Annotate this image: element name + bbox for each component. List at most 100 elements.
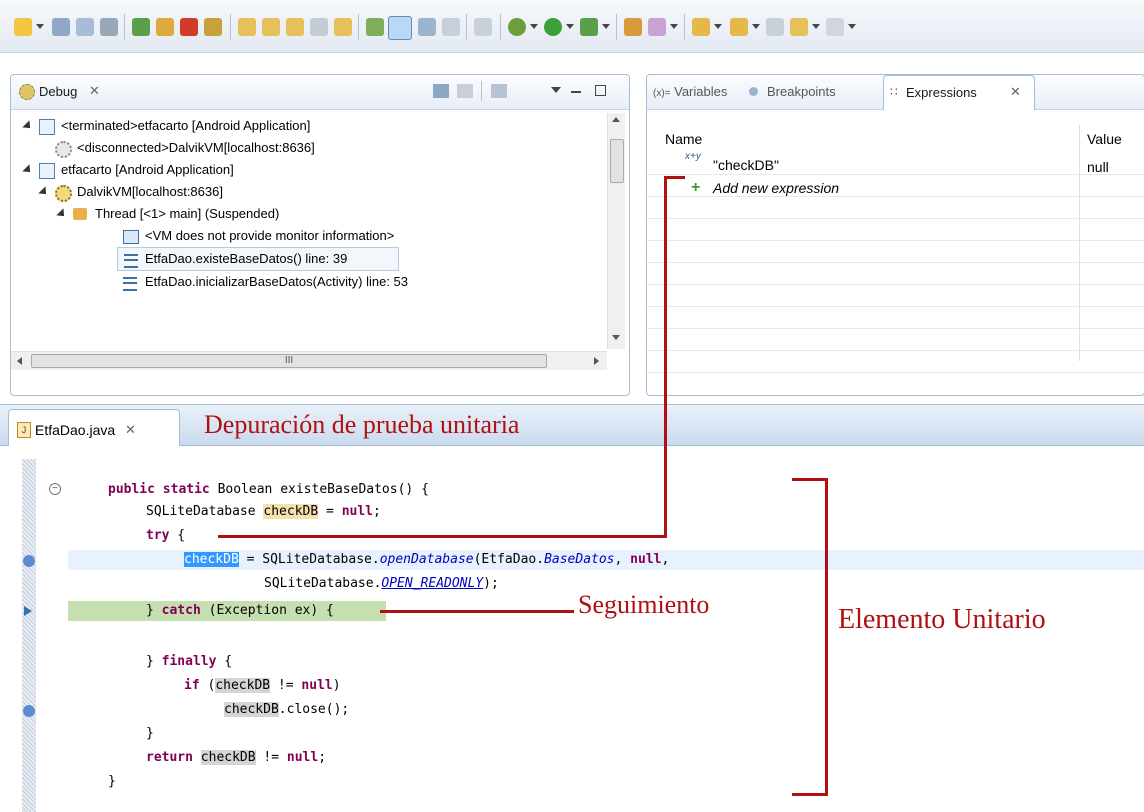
tab-breakpoints[interactable]: Breakpoints xyxy=(749,84,836,99)
forward-icon[interactable] xyxy=(826,18,844,36)
expand-twistie-icon[interactable] xyxy=(38,186,50,198)
close-icon[interactable]: ✕ xyxy=(89,83,100,99)
tree-item-label: DalvikVM[localhost:8636] xyxy=(77,184,223,199)
expand-twistie-icon[interactable] xyxy=(56,208,68,220)
suspend-icon[interactable] xyxy=(156,18,174,36)
expand-twistie-icon[interactable] xyxy=(22,120,34,132)
editor-tab[interactable]: J EtfaDao.java ✕ xyxy=(8,409,180,446)
back-dropdown-caret[interactable] xyxy=(812,24,820,29)
run-tool-icon[interactable] xyxy=(580,18,598,36)
search-icon[interactable] xyxy=(648,18,666,36)
java-file-icon: J xyxy=(17,422,31,438)
code-line-4[interactable]: checkDB = SQLiteDatabase.openDatabase(Et… xyxy=(184,551,669,569)
next-annotation-icon[interactable] xyxy=(692,18,710,36)
search-dropdown-caret[interactable] xyxy=(670,24,678,29)
new-icon[interactable] xyxy=(14,18,32,36)
forward-dropdown-caret[interactable] xyxy=(848,24,856,29)
code-line-6[interactable]: } catch (Exception ex) { xyxy=(146,602,334,620)
code-token: openDatabase xyxy=(379,552,474,567)
debug-tab-label[interactable]: Debug xyxy=(39,84,77,99)
code-token: BaseDatos xyxy=(544,552,615,567)
open-type-icon[interactable] xyxy=(624,18,642,36)
collapse-icon[interactable]: − xyxy=(49,483,61,495)
code-token: checkDB xyxy=(215,678,271,693)
remove-terminated-icon[interactable] xyxy=(433,84,449,98)
tree-item-stack-frame[interactable]: EtfaDao.inicializarBaseDatos(Activity) l… xyxy=(11,271,609,293)
code-line-7[interactable]: } finally { xyxy=(146,653,232,671)
next-annotation-caret[interactable] xyxy=(714,24,722,29)
run-tool-dropdown-caret[interactable] xyxy=(602,24,610,29)
back-icon[interactable] xyxy=(790,18,808,36)
expand-twistie-icon[interactable] xyxy=(22,164,34,176)
close-icon[interactable]: ✕ xyxy=(125,422,136,438)
breakpoint-icon[interactable] xyxy=(23,555,35,567)
code-line-8[interactable]: if (checkDB != null) xyxy=(184,677,341,695)
code-line-1[interactable]: public static Boolean existeBaseDatos() … xyxy=(108,481,429,499)
resume-icon[interactable] xyxy=(132,18,150,36)
code-line-10[interactable]: } xyxy=(146,725,154,743)
step-filters-icon[interactable] xyxy=(491,84,507,98)
maximize-icon[interactable] xyxy=(595,85,606,96)
scrollbar-thumb[interactable] xyxy=(610,139,624,183)
column-header-value[interactable]: Value xyxy=(1087,131,1122,147)
scroll-up-icon[interactable] xyxy=(612,117,620,122)
tab-expressions[interactable]: ∷ Expressions ✕ xyxy=(883,75,1035,110)
overview-ruler[interactable] xyxy=(22,459,36,812)
minimize-icon[interactable] xyxy=(571,91,581,93)
print-icon[interactable] xyxy=(100,18,118,36)
tree-item-monitor-info[interactable]: <VM does not provide monitor information… xyxy=(11,225,609,247)
column-divider[interactable] xyxy=(1079,125,1080,153)
code-line-2[interactable]: SQLiteDatabase checkDB = null; xyxy=(146,503,381,521)
new-dropdown-caret[interactable] xyxy=(36,24,44,29)
scroll-left-icon[interactable] xyxy=(17,357,22,365)
debug-icon[interactable] xyxy=(508,18,526,36)
view-menu-icon[interactable] xyxy=(551,87,561,93)
code-token: try xyxy=(146,528,170,543)
code-line-3[interactable]: try { xyxy=(146,527,185,545)
tree-item-launch[interactable]: etfacarto [Android Application] xyxy=(11,159,609,181)
pin-icon[interactable] xyxy=(366,18,384,36)
step-return-icon[interactable] xyxy=(286,18,304,36)
tree-item-label: <VM does not provide monitor information… xyxy=(145,228,395,243)
tree-item-stack-frame-selected[interactable]: EtfaDao.existeBaseDatos() line: 39 xyxy=(117,247,399,271)
scroll-right-icon[interactable] xyxy=(594,357,599,365)
code-line-9[interactable]: checkDB.close(); xyxy=(224,701,349,719)
show-whitespace-icon[interactable] xyxy=(442,18,460,36)
step-into-icon[interactable] xyxy=(238,18,256,36)
code-line-12[interactable]: } xyxy=(108,773,116,791)
use-step-filters-icon[interactable] xyxy=(334,18,352,36)
terminate-icon[interactable] xyxy=(180,18,198,36)
code-line-5[interactable]: SQLiteDatabase.OPEN_READONLY); xyxy=(264,575,499,593)
save-icon[interactable] xyxy=(52,18,70,36)
breakpoint-icon[interactable] xyxy=(23,705,35,717)
tree-item-thread[interactable]: Thread [<1> main] (Suspended) xyxy=(11,203,609,225)
run-dropdown-caret[interactable] xyxy=(566,24,574,29)
table-row-add-expression[interactable]: + Add new expression xyxy=(647,177,1144,199)
code-line-11[interactable]: return checkDB != null; xyxy=(146,749,326,767)
debug-dropdown-caret[interactable] xyxy=(530,24,538,29)
table-row[interactable]: x+y "checkDB" null xyxy=(647,151,1144,177)
remove-all-icon[interactable] xyxy=(457,84,473,98)
horizontal-scrollbar[interactable]: III xyxy=(11,351,607,370)
tab-variables[interactable]: (x)= Variables xyxy=(653,84,727,99)
step-over-icon[interactable] xyxy=(262,18,280,36)
tree-item-disconnected-vm[interactable]: <disconnected>DalvikVM[localhost:8636] xyxy=(11,137,609,159)
skip-breakpoints-icon[interactable] xyxy=(474,18,492,36)
close-icon[interactable]: ✕ xyxy=(1010,84,1021,100)
drop-to-frame-icon[interactable] xyxy=(310,18,328,36)
run-icon[interactable] xyxy=(544,18,562,36)
previous-annotation-icon[interactable] xyxy=(730,18,748,36)
scrollbar-thumb[interactable]: III xyxy=(31,354,547,368)
editor-tab-label: EtfaDao.java xyxy=(35,422,116,438)
last-edit-location-icon[interactable] xyxy=(766,18,784,36)
toggle-mark-occurrences-icon[interactable] xyxy=(388,16,412,40)
tree-item-vm[interactable]: DalvikVM[localhost:8636] xyxy=(11,181,609,203)
column-header-name[interactable]: Name xyxy=(665,131,702,147)
vertical-scrollbar[interactable] xyxy=(607,113,625,349)
scroll-down-icon[interactable] xyxy=(612,335,620,340)
disconnect-icon[interactable] xyxy=(204,18,222,36)
block-selection-icon[interactable] xyxy=(418,18,436,36)
previous-annotation-caret[interactable] xyxy=(752,24,760,29)
tree-item-terminated-launch[interactable]: <terminated>etfacarto [Android Applicati… xyxy=(11,115,609,137)
save-all-icon[interactable] xyxy=(76,18,94,36)
